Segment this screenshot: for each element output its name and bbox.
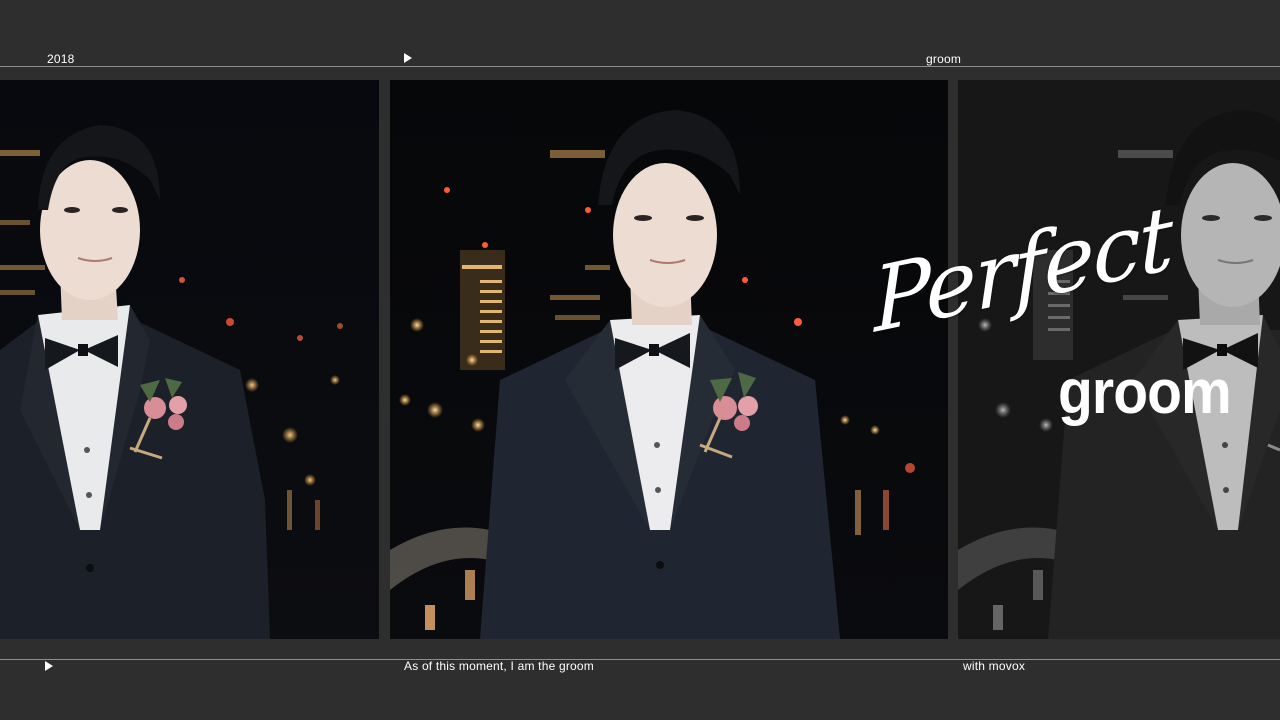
photo-panel-center	[390, 80, 948, 639]
credit-text: with movox	[963, 659, 1026, 673]
header-title: groom	[926, 52, 962, 66]
video-frame: 2018 groom Perfect groom As of this mome…	[0, 0, 1280, 720]
caption-text: As of this moment, I am the groom	[404, 659, 595, 673]
play-icon[interactable]	[404, 53, 412, 63]
top-bar: 2018 groom	[0, 52, 1280, 66]
bottom-bar: As of this moment, I am the groom with m…	[0, 659, 1280, 673]
overlay-title-bold: groom	[1058, 358, 1232, 427]
photo-panel-left	[0, 80, 379, 639]
top-divider	[0, 66, 1280, 67]
year-label: 2018	[47, 52, 75, 66]
play-icon[interactable]	[45, 661, 53, 671]
